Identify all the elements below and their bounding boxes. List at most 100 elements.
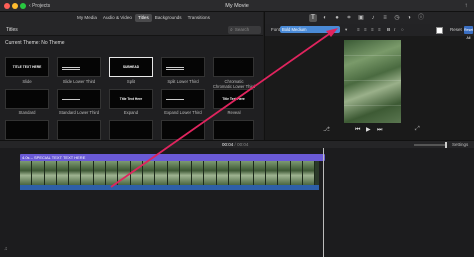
timeline[interactable]: 4.0s – SPECIAL TEXT TEXT HERE ♫	[0, 148, 474, 257]
titles-browser: Current Theme: No Theme TITLE TEXT HERE …	[0, 36, 263, 140]
title-bar-actions: ↑	[462, 2, 470, 10]
tab-transitions[interactable]: Transitions	[185, 14, 213, 22]
thumb-text: SUBHEAD	[122, 65, 140, 69]
tab-backgrounds[interactable]: Backgrounds	[152, 14, 185, 22]
clip-frame	[179, 161, 193, 185]
font-select[interactable]: Bold Medium	[280, 26, 340, 33]
clip-frame	[229, 161, 242, 185]
tab-audio-video[interactable]: Audio & Video	[100, 14, 135, 22]
title-thumb-reveal[interactable]: Title Text Here	[213, 89, 254, 109]
clip-frame	[106, 161, 119, 185]
title-thumb-expand[interactable]: Title Text Here	[109, 89, 153, 109]
clip-frame	[118, 161, 131, 185]
clip-frame	[93, 161, 107, 185]
clip-frame	[302, 161, 316, 185]
clip-frame	[192, 161, 205, 185]
clip-frame	[290, 161, 303, 185]
clip-frame	[44, 161, 57, 185]
close-window-button[interactable]	[4, 3, 10, 9]
title-thumb-standard[interactable]	[5, 89, 49, 109]
title-thumb[interactable]	[161, 120, 205, 140]
bold-icon[interactable]: B	[387, 26, 390, 33]
text-color-swatch[interactable]	[436, 27, 443, 34]
color-correction-icon[interactable]: ●	[333, 14, 341, 22]
browser-tabs-bar: My Media Audio & Video Titles Background…	[0, 12, 263, 24]
projects-button[interactable]: ‹ Projects	[29, 2, 50, 10]
fullscreen-icon[interactable]: ⤢	[415, 126, 420, 133]
audio-waveform-clip[interactable]	[20, 185, 319, 190]
share-icon[interactable]: ↑	[462, 2, 470, 10]
clip-frame	[216, 161, 230, 185]
title-thumb-slide-lower-third[interactable]	[57, 57, 101, 77]
play-icon[interactable]: ▶	[366, 126, 371, 134]
video-preview[interactable]	[344, 40, 401, 123]
crop-icon[interactable]: ⌗	[345, 14, 353, 22]
clip-frame	[142, 161, 156, 185]
foliage-texture	[344, 80, 401, 81]
title-thumb[interactable]	[57, 120, 101, 140]
thumb-text: Title Text Here	[119, 97, 143, 101]
microphone-icon[interactable]: ⎇	[323, 126, 330, 133]
search-placeholder: Search	[234, 27, 250, 32]
title-thumb-expand-lower-third[interactable]	[161, 89, 205, 109]
browser-search-row: Titles ⌕ Search	[0, 24, 263, 36]
color-balance-icon[interactable]: ◐	[321, 14, 329, 22]
timeline-zoom-slider[interactable]	[414, 144, 446, 146]
stabilization-icon[interactable]: ▣	[357, 14, 365, 22]
title-thumb-split-lower-third[interactable]	[161, 57, 205, 77]
tab-titles[interactable]: Titles	[134, 14, 152, 22]
search-input[interactable]: ⌕ Search	[228, 26, 261, 34]
clip-frame	[69, 161, 82, 185]
align-right-icon[interactable]: ≡	[371, 26, 374, 33]
title-caption: Split	[126, 79, 136, 84]
section-label: Titles	[6, 27, 18, 33]
clip-frame	[56, 161, 70, 185]
reset-button[interactable]: Reset	[450, 26, 462, 34]
outline-icon[interactable]: ○	[401, 26, 404, 33]
minimize-window-button[interactable]	[12, 3, 18, 9]
thumb-text: TITLE TEXT HERE	[12, 65, 42, 69]
title-clip[interactable]: 4.0s – SPECIAL TEXT TEXT HERE	[20, 154, 325, 161]
audio-meter-icon[interactable]: ♫	[4, 246, 8, 252]
viewer-toolbar: T ◐ ● ⌗ ▣ ♪ ≡ ◷ ◑ ⓘ	[265, 12, 474, 24]
timeline-header: 00:04 / 00:04 Settings	[0, 140, 474, 148]
skip-forward-icon[interactable]: ⏭	[377, 126, 382, 134]
title-thumb-standard-lower-third[interactable]	[57, 89, 101, 109]
tab-my-media[interactable]: My Media	[74, 14, 100, 22]
noise-reduction-icon[interactable]: ≡	[381, 14, 389, 22]
current-time: 00:04	[222, 142, 234, 147]
time-separator: /	[234, 142, 236, 147]
clip-frame	[278, 161, 291, 185]
title-thumb[interactable]	[213, 120, 254, 140]
thumb-text: Title Text Here	[222, 97, 245, 101]
title-caption: Expand Lower Third	[164, 110, 202, 115]
speed-icon[interactable]: ◷	[393, 14, 401, 22]
clip-frame	[130, 161, 143, 185]
title-bar: ‹ Projects My Movie ↑	[0, 0, 474, 12]
theme-label: Current Theme: No Theme	[5, 40, 65, 46]
font-size-select[interactable]: ▾	[345, 26, 347, 33]
volume-icon[interactable]: ♪	[369, 14, 377, 22]
title-thumb-split[interactable]: SUBHEAD	[109, 57, 153, 77]
reset-all-button[interactable]: Reset All	[464, 26, 473, 40]
title-thumb-chromatic[interactable]	[213, 57, 254, 77]
skip-back-icon[interactable]: ⏮	[355, 126, 360, 134]
video-clip[interactable]	[20, 161, 319, 185]
clip-frame	[265, 161, 279, 185]
align-left-icon[interactable]: ≡	[357, 26, 360, 33]
text-tool-icon[interactable]: T	[309, 14, 317, 22]
title-thumb-slide[interactable]: TITLE TEXT HERE	[5, 57, 49, 77]
filter-icon[interactable]: ◑	[405, 14, 413, 22]
title-caption: Expand	[123, 110, 139, 115]
align-center-icon[interactable]: ≡	[364, 26, 367, 33]
lower-third-graphic	[62, 99, 80, 104]
info-icon[interactable]: ⓘ	[417, 14, 425, 22]
justify-icon[interactable]: ≡	[378, 26, 381, 33]
italic-icon[interactable]: I	[394, 26, 395, 33]
title-thumb[interactable]	[5, 120, 49, 140]
zoom-window-button[interactable]	[20, 3, 26, 9]
title-thumb[interactable]	[109, 120, 153, 140]
playhead[interactable]	[323, 148, 324, 257]
title-caption: Standard	[18, 110, 36, 115]
clip-frame	[32, 161, 45, 185]
